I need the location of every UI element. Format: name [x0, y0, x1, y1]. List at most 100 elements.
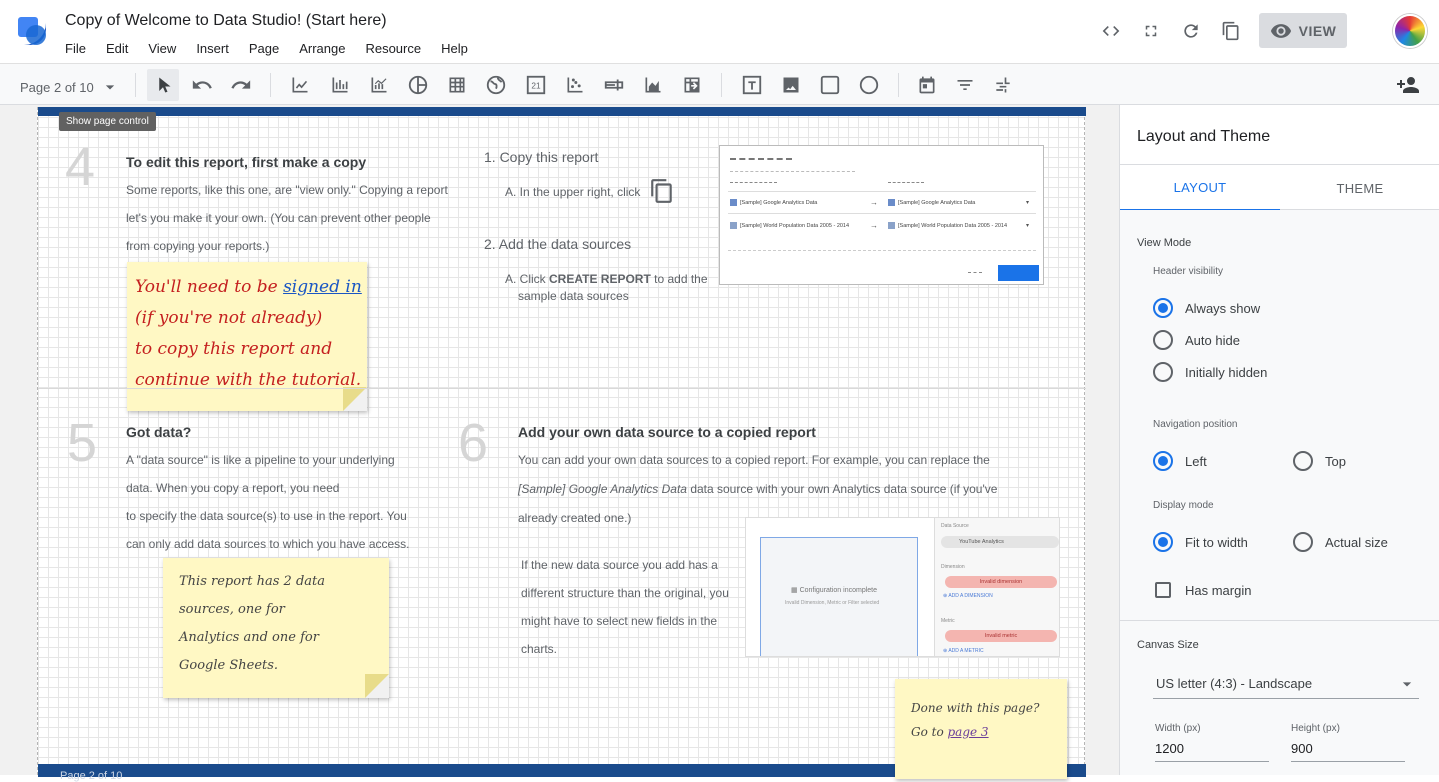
radio-unselected-icon — [1153, 362, 1173, 382]
note2-line: Analytics and one for — [179, 630, 319, 645]
has-margin-checkbox[interactable]: Has margin — [1155, 582, 1251, 598]
width-input[interactable]: 1200 — [1155, 736, 1269, 762]
report-page[interactable]: 4 To edit this report, first make a copy… — [37, 107, 1086, 782]
menu-page[interactable]: Page — [249, 41, 279, 56]
step6-body-line: You can add your own data sources to a c… — [518, 453, 990, 467]
radio-fit-to-width-label: Fit to width — [1185, 534, 1248, 550]
menu-resource[interactable]: Resource — [365, 41, 421, 56]
page-control-dropdown[interactable]: Page 2 of 10 — [20, 77, 120, 97]
height-label: Height (px) — [1291, 723, 1340, 734]
canvas-size-heading: Canvas Size — [1137, 639, 1199, 651]
fullscreen-icon[interactable] — [1140, 20, 1162, 42]
data-control-button[interactable] — [991, 73, 1015, 97]
pivot-table-button[interactable] — [680, 73, 704, 97]
combo-chart-button[interactable] — [367, 73, 391, 97]
chevron-down-icon — [105, 85, 114, 90]
page-3-link[interactable]: page 3 — [948, 725, 989, 739]
tab-theme[interactable]: THEME — [1280, 165, 1439, 211]
pie-chart-button[interactable] — [406, 73, 430, 97]
share-add-person-button[interactable] — [1396, 73, 1420, 97]
menu-help[interactable]: Help — [441, 41, 468, 56]
note-curl — [343, 387, 367, 411]
combo-chart-icon — [371, 77, 387, 93]
report-title[interactable]: Copy of Welcome to Data Studio! (Start h… — [65, 12, 387, 30]
table-button[interactable] — [445, 73, 469, 97]
refresh-icon[interactable] — [1180, 20, 1202, 42]
filter-control-button[interactable] — [953, 73, 977, 97]
image-tool-button[interactable] — [779, 73, 803, 97]
text-tool-button[interactable] — [740, 73, 764, 97]
step6-body2-line: charts. — [521, 642, 558, 656]
panel-title: Layout and Theme — [1137, 128, 1271, 145]
radio-auto-hide-label: Auto hide — [1185, 332, 1240, 348]
tab-layout[interactable]: LAYOUT — [1120, 165, 1280, 211]
canvas-size-select[interactable]: US letter (4:3) - Landscape — [1153, 669, 1419, 699]
scatter-chart-button[interactable] — [563, 73, 587, 97]
bar-chart-button[interactable] — [328, 73, 352, 97]
time-series-chart-button[interactable] — [288, 73, 312, 97]
step6-body2-line: If the new data source you add has a — [521, 558, 718, 572]
undo-button[interactable] — [190, 73, 214, 97]
rectangle-tool-button[interactable] — [818, 73, 842, 97]
copy-step-2: 2. Add the data sources — [484, 236, 632, 252]
menu-view[interactable]: View — [148, 41, 176, 56]
svg-text:21: 21 — [531, 82, 541, 91]
radio-auto-hide[interactable]: Auto hide — [1153, 330, 1240, 350]
step5-body-line: to specify the data source(s) to use in … — [126, 509, 407, 523]
radio-fit-to-width[interactable]: Fit to width — [1153, 532, 1248, 552]
embed-code-icon[interactable] — [1100, 20, 1122, 42]
note1-line1: You'll need to be signed in — [135, 272, 362, 303]
area-chart-icon — [645, 77, 661, 93]
user-avatar[interactable] — [1393, 14, 1427, 48]
layout-settings: View Mode Header visibility Always show … — [1120, 210, 1439, 775]
area-chart-button[interactable] — [641, 73, 665, 97]
radio-nav-top[interactable]: Top — [1293, 451, 1346, 471]
select-tool-button[interactable] — [147, 69, 179, 101]
copy-step-1: 1. Copy this report — [484, 149, 599, 165]
dropdown-arrow-icon — [1402, 682, 1412, 687]
note3-line1: Done with this page? — [911, 701, 1040, 715]
app-header: Copy of Welcome to Data Studio! (Start h… — [0, 0, 1439, 64]
radio-unselected-icon — [1293, 532, 1313, 552]
step4-body-line: let's you make it your own. (You can pre… — [126, 211, 431, 225]
scorecard-button[interactable]: 21 — [524, 73, 548, 97]
geo-map-button[interactable] — [484, 73, 508, 97]
radio-nav-top-label: Top — [1325, 453, 1346, 469]
copy-report-icon[interactable] — [1220, 20, 1242, 42]
radio-selected-icon — [1153, 532, 1173, 552]
menu-insert[interactable]: Insert — [196, 41, 229, 56]
menu-edit[interactable]: Edit — [106, 41, 128, 56]
step6-body2-line: different structure than the original, y… — [521, 586, 729, 600]
report-canvas[interactable]: 4 To edit this report, first make a copy… — [0, 105, 1119, 782]
mini-add-dimension: ⊕ ADD A DIMENSION — [943, 593, 993, 599]
scatter-chart-icon — [567, 77, 583, 93]
section-divider — [38, 388, 1086, 389]
width-label: Width (px) — [1155, 723, 1201, 734]
sample-ga-emphasis: [Sample] Google Analytics Data — [518, 482, 687, 496]
mini-dimension-label: Dimension — [941, 564, 965, 570]
mini-incomplete-label: Configuration incomplete — [799, 587, 877, 594]
radio-nav-left[interactable]: Left — [1153, 451, 1207, 471]
navigation-position-label: Navigation position — [1153, 419, 1238, 430]
view-button[interactable]: VIEW — [1259, 13, 1347, 48]
mini-row1-left: [Sample] Google Analytics Data — [730, 199, 817, 206]
arrow-right-icon: → — [870, 198, 878, 207]
circle-tool-button[interactable] — [857, 73, 881, 97]
toolbar-divider — [721, 73, 722, 97]
signed-in-link[interactable]: signed in — [283, 277, 362, 297]
menu-file[interactable]: File — [65, 41, 86, 56]
radio-always-show[interactable]: Always show — [1153, 298, 1260, 318]
radio-actual-size[interactable]: Actual size — [1293, 532, 1388, 552]
note1-line1-prefix: You'll need to be — [135, 277, 284, 297]
has-margin-label: Has margin — [1185, 582, 1252, 598]
date-range-button[interactable] — [915, 73, 939, 97]
mini-data-source: YouTube Analytics — [941, 536, 1059, 548]
radio-initially-hidden-label: Initially hidden — [1185, 364, 1268, 380]
redo-button[interactable] — [229, 73, 253, 97]
radio-initially-hidden[interactable]: Initially hidden — [1153, 362, 1267, 382]
bullet-chart-button[interactable] — [602, 73, 626, 97]
menu-arrange[interactable]: Arrange — [299, 41, 345, 56]
pivot-table-icon — [684, 77, 700, 93]
height-input[interactable]: 900 — [1291, 736, 1405, 762]
data-studio-logo-icon[interactable] — [18, 17, 46, 45]
